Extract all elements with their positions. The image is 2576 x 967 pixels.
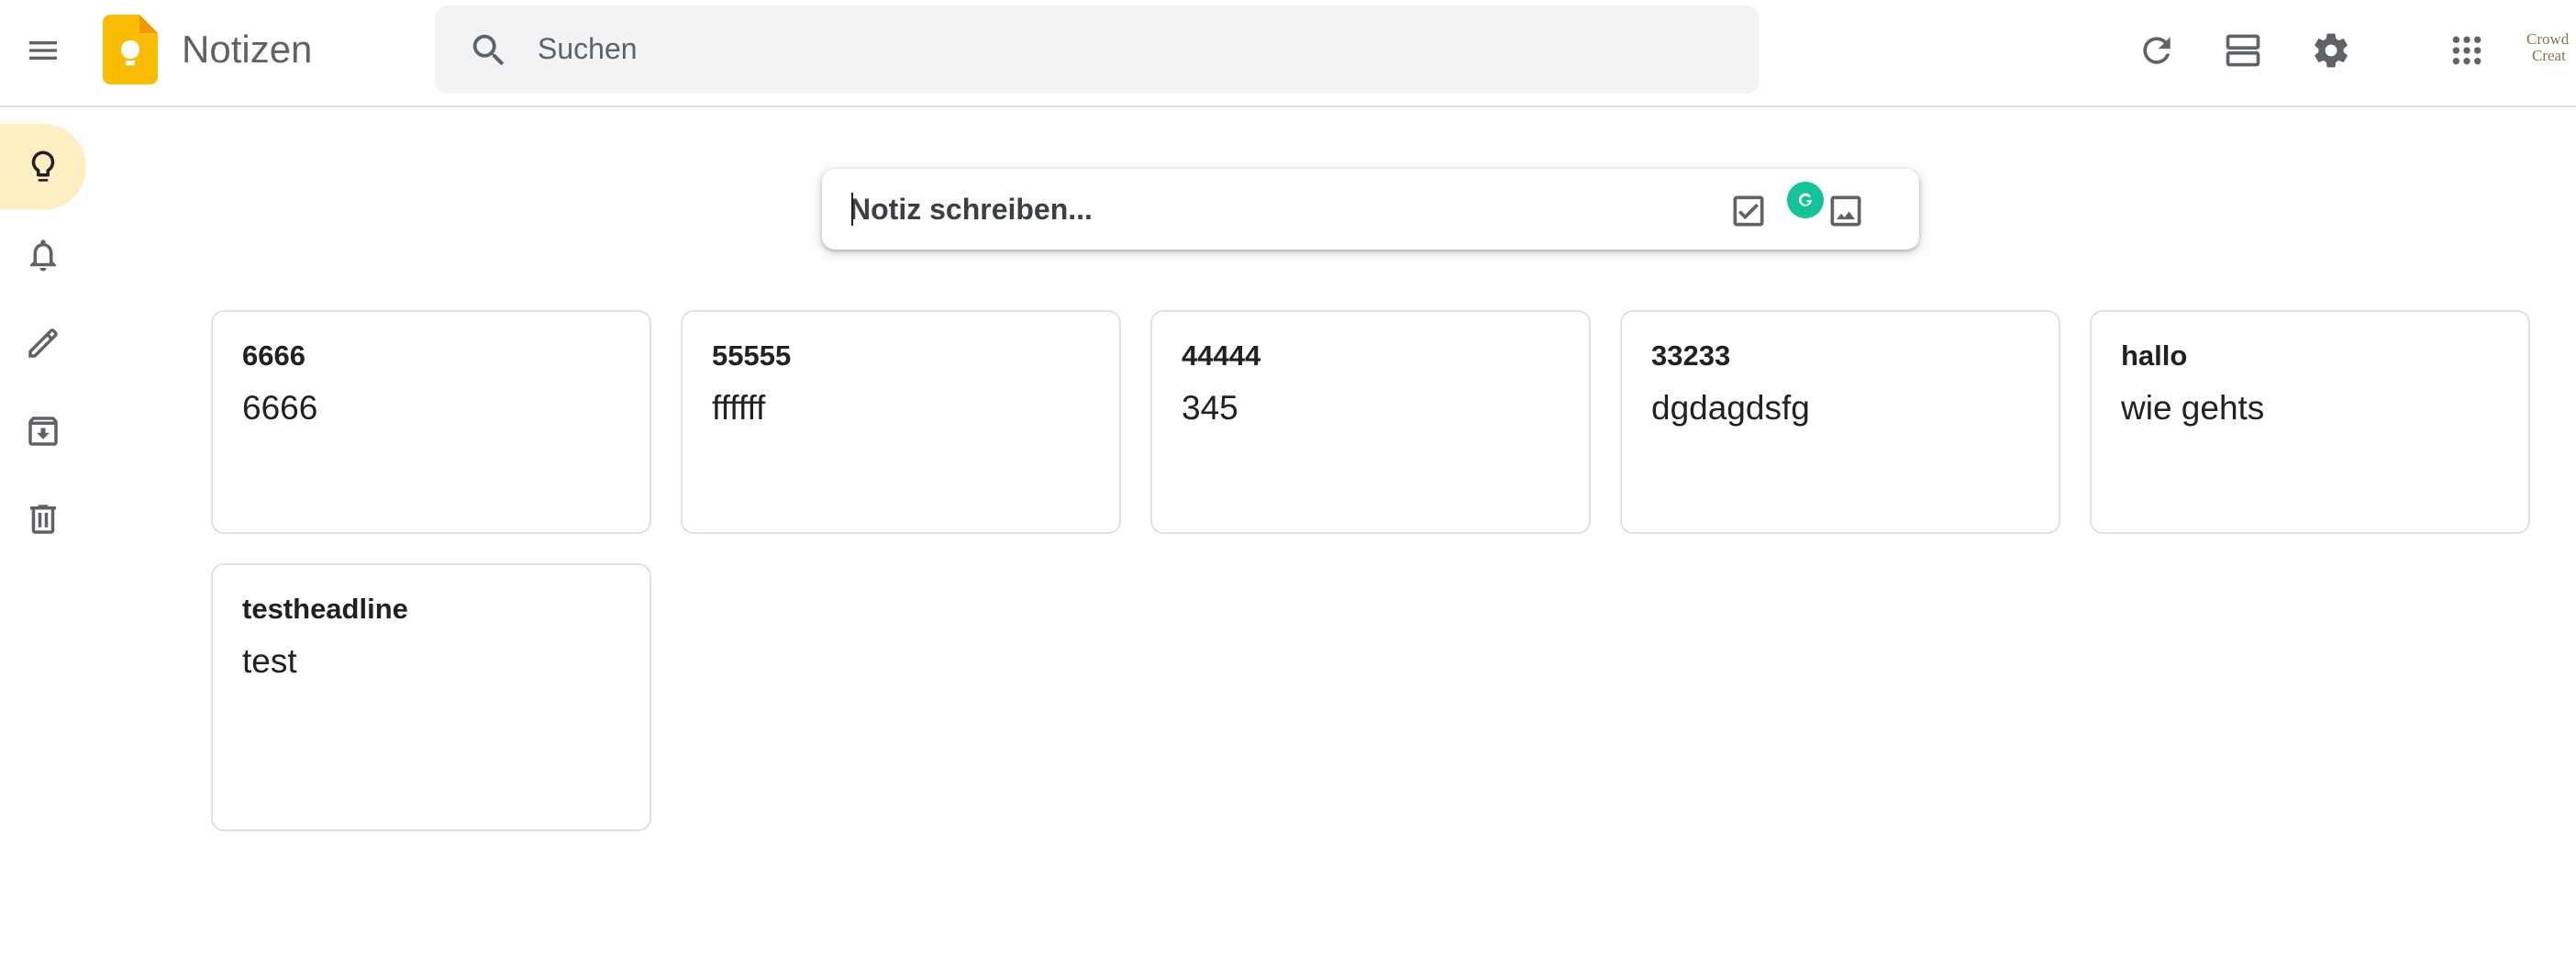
app-title: Notizen xyxy=(182,28,313,71)
search-input[interactable] xyxy=(538,26,1730,72)
note-card[interactable]: 44444 345 xyxy=(1150,310,1591,534)
note-body: wie gehts xyxy=(2121,389,2265,427)
sidebar-item-trash[interactable] xyxy=(0,476,86,562)
note-body: test xyxy=(242,642,297,680)
grammarly-icon[interactable] xyxy=(1787,182,1824,218)
bell-icon xyxy=(30,239,56,272)
account-logo-line2: Creat xyxy=(2532,47,2566,64)
sidebar-item-reminders[interactable] xyxy=(0,212,86,298)
note-title: hallo xyxy=(2121,339,2188,372)
top-bar: Notizen Crowd Creat xyxy=(0,0,2576,107)
text-caret xyxy=(851,193,853,226)
note-card[interactable]: hallo wie gehts xyxy=(2090,310,2530,534)
note-card[interactable]: 55555 ffffff xyxy=(681,310,1121,534)
archive-icon xyxy=(28,417,58,446)
note-title: 33233 xyxy=(1651,339,1731,372)
note-title: 55555 xyxy=(712,339,792,372)
sidebar-item-edit-labels[interactable] xyxy=(0,300,86,386)
search-bar[interactable] xyxy=(435,6,1760,94)
list-view-icon xyxy=(2226,34,2260,67)
grammarly-g-glyph xyxy=(1798,193,1813,206)
settings-button[interactable] xyxy=(2301,20,2361,81)
note-body: dgdagdsfg xyxy=(1651,389,1810,427)
trash-icon xyxy=(30,505,56,534)
note-composer[interactable] xyxy=(822,169,1919,250)
note-body: 6666 xyxy=(242,389,318,427)
note-body: 345 xyxy=(1182,389,1238,427)
list-view-button[interactable] xyxy=(2213,20,2273,81)
sidebar-item-archive[interactable] xyxy=(0,388,86,474)
note-card[interactable]: 6666 6666 xyxy=(211,310,651,534)
lightbulb-icon xyxy=(31,150,55,182)
gear-icon xyxy=(2315,33,2348,68)
refresh-icon xyxy=(2143,37,2171,64)
main-menu-button[interactable] xyxy=(13,20,73,81)
account-logo-line1: Crowd xyxy=(2526,31,2570,48)
note-composer-input[interactable] xyxy=(849,187,1602,231)
image-icon[interactable] xyxy=(1826,191,1866,231)
checkbox-icon[interactable] xyxy=(1728,191,1769,231)
hamburger-menu-icon xyxy=(29,41,57,60)
apps-button[interactable] xyxy=(2437,20,2497,81)
note-title: 6666 xyxy=(242,339,305,372)
note-title: testheadline xyxy=(242,593,408,625)
note-body: ffffff xyxy=(712,389,766,427)
account-logo[interactable]: Crowd Creat xyxy=(2526,31,2576,68)
keep-logo[interactable] xyxy=(103,15,158,84)
search-icon[interactable] xyxy=(468,29,510,72)
sidebar-item-notes[interactable] xyxy=(0,124,86,210)
note-card[interactable]: 33233 dgdagdsfg xyxy=(1620,310,2060,534)
pencil-icon xyxy=(28,328,58,358)
apps-grid-icon xyxy=(2452,36,2482,65)
note-card[interactable]: testheadline test xyxy=(211,563,651,831)
refresh-button[interactable] xyxy=(2126,20,2187,81)
note-title: 44444 xyxy=(1182,339,1261,372)
